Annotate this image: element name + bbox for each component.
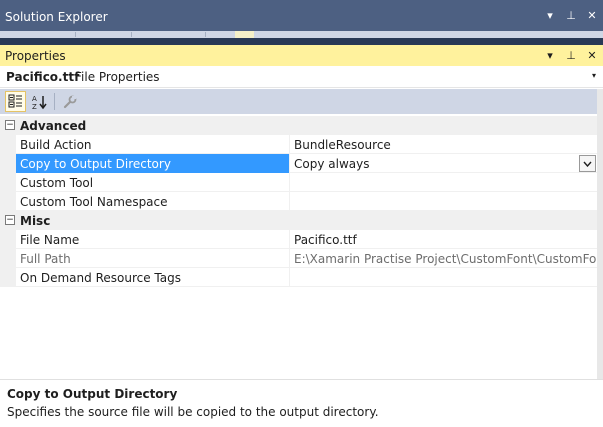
property-name: Full Path — [20, 252, 71, 266]
svg-text:A: A — [32, 95, 37, 103]
property-row-full-path[interactable]: Full Path E:\Xamarin Practise Project\Cu… — [0, 249, 597, 268]
chevron-down-icon[interactable] — [579, 155, 596, 172]
solution-explorer-title: Solution Explorer — [5, 10, 108, 24]
toolbar-separator — [205, 32, 206, 37]
object-selector[interactable]: Pacifico.ttf File Properties ▾ — [0, 66, 603, 88]
toolbar-separator — [131, 32, 132, 37]
property-value[interactable] — [289, 173, 597, 192]
property-name: Build Action — [20, 138, 92, 152]
category-advanced[interactable]: − Advanced — [0, 116, 597, 135]
toolbar-separator — [75, 32, 76, 37]
close-icon[interactable]: ✕ — [586, 49, 598, 62]
solution-explorer-header[interactable]: Solution Explorer ▾ ⊥ ✕ — [0, 0, 603, 31]
solution-explorer-toolbar — [0, 31, 603, 38]
property-value: E:\Xamarin Practise Project\CustomFont\C… — [289, 249, 597, 268]
properties-toolbar: A Z — [0, 89, 603, 114]
description-text: Specifies the source file will be copied… — [7, 405, 379, 419]
collapse-icon[interactable]: − — [5, 215, 15, 225]
property-row-build-action[interactable]: Build Action BundleResource — [0, 135, 597, 154]
property-name: Copy to Output Directory — [16, 154, 289, 173]
property-value[interactable]: BundleResource — [289, 135, 597, 154]
property-value-select[interactable]: Copy always — [289, 154, 597, 173]
solution-explorer-tab-highlight[interactable] — [235, 31, 254, 38]
window-splitter[interactable] — [0, 38, 603, 45]
property-pages-icon[interactable] — [59, 91, 80, 112]
property-row-file-name[interactable]: File Name Pacifico.ttf — [0, 230, 597, 249]
collapse-icon[interactable]: − — [5, 120, 15, 130]
auto-hide-pin-icon[interactable]: ⊥ — [565, 49, 577, 62]
alphabetical-icon[interactable]: A Z — [28, 91, 49, 112]
chevron-down-icon[interactable]: ▾ — [592, 71, 596, 80]
solution-explorer-window-buttons: ▾ ⊥ ✕ — [544, 9, 598, 22]
properties-window-buttons: ▾ ⊥ ✕ — [544, 49, 598, 62]
property-value[interactable]: Pacifico.ttf — [289, 230, 597, 249]
svg-text:Z: Z — [32, 103, 37, 110]
object-type: File Properties — [75, 70, 160, 84]
property-row-on-demand-resource-tags[interactable]: On Demand Resource Tags — [0, 268, 597, 287]
properties-title: Properties — [5, 49, 66, 63]
property-value[interactable] — [289, 192, 597, 211]
property-name: Custom Tool Namespace — [20, 195, 168, 209]
property-value[interactable] — [289, 268, 597, 287]
category-label: Misc — [20, 214, 51, 228]
property-name: On Demand Resource Tags — [20, 271, 181, 285]
category-misc[interactable]: − Misc — [0, 211, 597, 230]
property-row-custom-tool[interactable]: Custom Tool — [0, 173, 597, 192]
category-label: Advanced — [20, 119, 87, 133]
property-grid-scrollbar[interactable] — [597, 89, 603, 379]
property-grid: − Advanced Build Action BundleResource C… — [0, 116, 597, 287]
property-name: File Name — [20, 233, 80, 247]
window-position-dropdown-icon[interactable]: ▾ — [544, 9, 556, 22]
toolbar-separator — [54, 93, 55, 110]
close-icon[interactable]: ✕ — [586, 9, 598, 22]
property-row-custom-tool-namespace[interactable]: Custom Tool Namespace — [0, 192, 597, 211]
categorized-icon[interactable] — [5, 91, 26, 112]
description-pane: Copy to Output Directory Specifies the s… — [0, 379, 603, 427]
properties-header[interactable]: Properties ▾ ⊥ ✕ — [0, 45, 603, 66]
property-row-copy-to-output[interactable]: Copy to Output Directory Copy always — [0, 154, 597, 173]
auto-hide-pin-icon[interactable]: ⊥ — [565, 9, 577, 22]
description-title: Copy to Output Directory — [7, 387, 178, 401]
window-position-dropdown-icon[interactable]: ▾ — [544, 49, 556, 62]
property-value: Copy always — [294, 157, 370, 171]
object-name: Pacifico.ttf — [6, 70, 80, 84]
property-name: Custom Tool — [20, 176, 94, 190]
